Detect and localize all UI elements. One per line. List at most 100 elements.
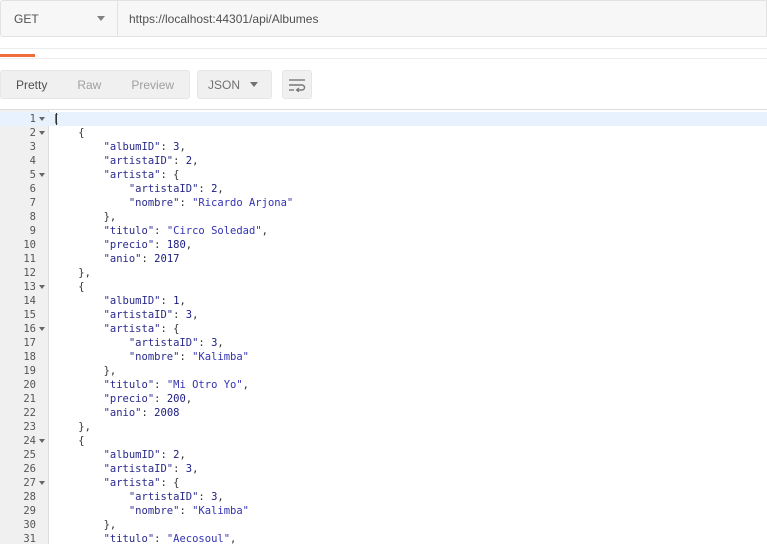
code-line: 30 },	[0, 518, 767, 532]
fold-arrow-icon[interactable]	[39, 439, 45, 443]
line-number: 30	[23, 519, 36, 531]
code-text: },	[103, 365, 117, 377]
code-text: "artista": {	[103, 477, 180, 489]
code-text: {	[78, 281, 85, 293]
code-line: 18 "nombre": "Kalimba"	[0, 350, 767, 364]
fold-arrow-icon[interactable]	[39, 285, 45, 289]
pretty-view-button[interactable]: Pretty	[1, 71, 62, 98]
view-mode-group: Pretty Raw Preview	[0, 70, 191, 99]
code-text: "artistaID": 3,	[103, 463, 199, 475]
fold-arrow-icon[interactable]	[39, 117, 45, 121]
response-toolbar: Pretty Raw Preview JSON	[0, 70, 313, 99]
response-body-editor[interactable]: 1[2 {3 "albumID": 3,4 "artistaID": 2,5 "…	[0, 109, 767, 544]
code-text: "anio": 2017	[103, 253, 180, 265]
line-number: 23	[23, 421, 36, 433]
code-text: "artistaID": 2,	[128, 183, 224, 195]
chevron-down-icon	[250, 82, 259, 87]
line-number: 22	[23, 407, 36, 419]
line-number: 28	[23, 491, 36, 503]
line-number: 25	[23, 449, 36, 461]
method-label: GET	[14, 11, 39, 26]
code-line: 2 {	[0, 126, 767, 140]
code-line: 11 "anio": 2017	[0, 252, 767, 266]
line-number: 14	[23, 295, 36, 307]
active-tab-indicator	[0, 54, 35, 57]
line-number: 17	[23, 337, 36, 349]
fold-arrow-icon[interactable]	[39, 131, 45, 135]
fold-arrow-icon[interactable]	[39, 327, 45, 331]
code-line: 17 "artistaID": 3,	[0, 336, 767, 350]
code-line: 23 },	[0, 420, 767, 434]
line-number: 12	[23, 267, 36, 279]
preview-view-button[interactable]: Preview	[116, 71, 189, 98]
code-text: "albumID": 1,	[103, 295, 186, 307]
code-text: "titulo": "Aecosoul",	[103, 533, 237, 544]
response-tab-strip	[0, 48, 767, 59]
line-number: 19	[23, 365, 36, 377]
code-line: 22 "anio": 2008	[0, 406, 767, 420]
format-dropdown[interactable]: JSON	[197, 70, 273, 99]
code-line: 31 "titulo": "Aecosoul",	[0, 532, 767, 544]
code-line: 8 },	[0, 210, 767, 224]
line-number: 31	[23, 533, 36, 544]
code-text: {	[78, 127, 85, 139]
code-line: 29 "nombre": "Kalimba"	[0, 504, 767, 518]
code-line: 7 "nombre": "Ricardo Arjona"	[0, 196, 767, 210]
line-number: 16	[23, 323, 36, 335]
request-bar: GET https://localhost:44301/api/Albumes	[0, 0, 767, 38]
code-text: "anio": 2008	[103, 407, 180, 419]
code-text: "precio": 200,	[103, 393, 193, 405]
code-line: 1[	[0, 112, 767, 126]
code-text: "albumID": 2,	[103, 449, 186, 461]
code-text: "titulo": "Circo Soledad",	[103, 225, 268, 237]
code-line: 13 {	[0, 280, 767, 294]
line-number: 15	[23, 309, 36, 321]
method-dropdown[interactable]: GET	[0, 0, 118, 37]
fold-arrow-icon[interactable]	[39, 481, 45, 485]
code-text: "artista": {	[103, 169, 180, 181]
chevron-down-icon	[97, 16, 105, 21]
code-text: "artistaID": 3,	[128, 491, 224, 503]
code-text: },	[103, 519, 117, 531]
code-text: "artista": {	[103, 323, 180, 335]
line-number: 7	[29, 197, 36, 209]
raw-view-button[interactable]: Raw	[62, 71, 116, 98]
code-line: 12 },	[0, 266, 767, 280]
url-text: https://localhost:44301/api/Albumes	[129, 11, 319, 26]
line-number: 10	[23, 239, 36, 251]
code-text: "artistaID": 3,	[128, 337, 224, 349]
line-number: 20	[23, 379, 36, 391]
code-line: 9 "titulo": "Circo Soledad",	[0, 224, 767, 238]
code-text: "nombre": "Kalimba"	[128, 505, 249, 517]
text-cursor	[56, 113, 57, 125]
line-number: 24	[23, 435, 36, 447]
code-text: },	[78, 267, 91, 279]
code-line: 26 "artistaID": 3,	[0, 462, 767, 476]
line-number: 27	[23, 477, 36, 489]
code-line: 27 "artista": {	[0, 476, 767, 490]
wrap-lines-icon	[289, 78, 306, 92]
code-text: "precio": 180,	[103, 239, 193, 251]
url-input[interactable]: https://localhost:44301/api/Albumes	[118, 0, 767, 37]
line-number: 4	[29, 155, 36, 167]
code-line: 16 "artista": {	[0, 322, 767, 336]
line-number: 9	[29, 225, 36, 237]
code-line: 19 },	[0, 364, 767, 378]
fold-arrow-icon[interactable]	[39, 173, 45, 177]
format-label: JSON	[208, 77, 241, 92]
wrap-lines-button[interactable]	[282, 70, 313, 99]
code-text: "titulo": "Mi Otro Yo",	[103, 379, 249, 391]
code-text: "nombre": "Kalimba"	[128, 351, 249, 363]
code-text: },	[103, 211, 117, 223]
line-number: 8	[29, 211, 36, 223]
code-text: "albumID": 3,	[103, 141, 186, 153]
code-line: 15 "artistaID": 3,	[0, 308, 767, 322]
line-number: 6	[29, 183, 36, 195]
code-text: "artistaID": 3,	[103, 309, 199, 321]
line-number: 18	[23, 351, 36, 363]
code-line: 4 "artistaID": 2,	[0, 154, 767, 168]
code-line: 10 "precio": 180,	[0, 238, 767, 252]
line-number: 5	[29, 169, 36, 181]
code-line: 20 "titulo": "Mi Otro Yo",	[0, 378, 767, 392]
code-line: 14 "albumID": 1,	[0, 294, 767, 308]
